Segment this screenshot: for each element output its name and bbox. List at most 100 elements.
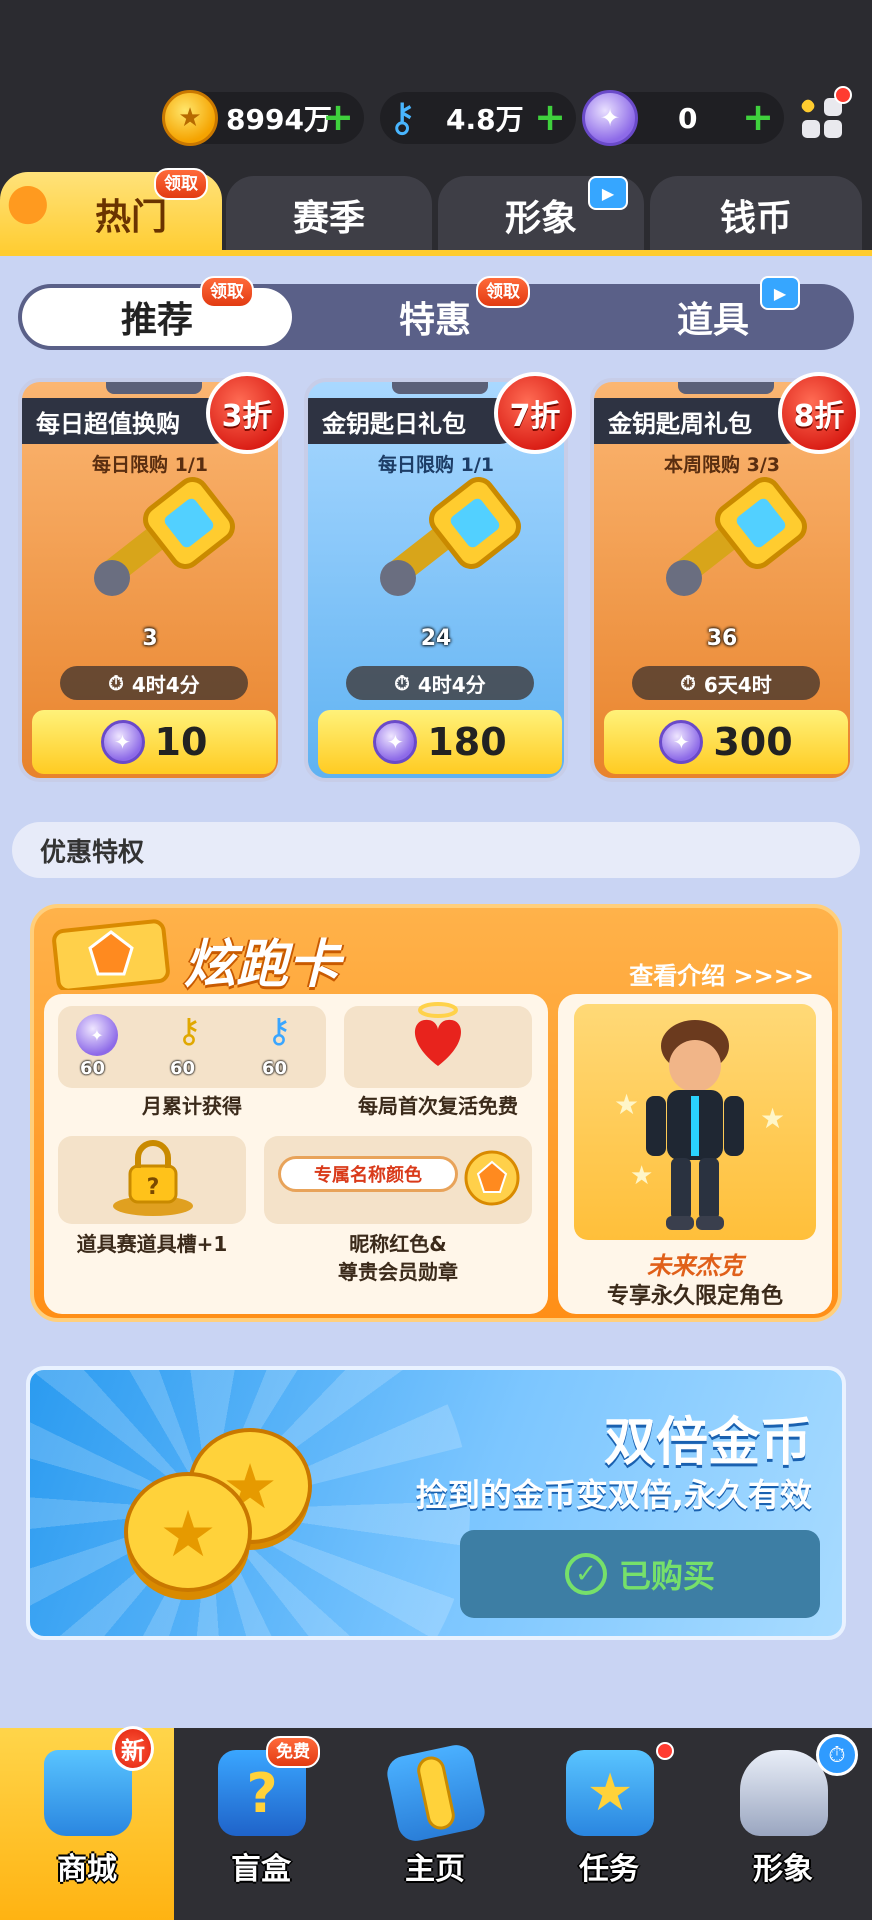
- add-keys-button[interactable]: +: [534, 98, 566, 136]
- subtab-deals[interactable]: 特惠 领取: [300, 276, 570, 346]
- nav-tasks[interactable]: ★ 任务: [522, 1728, 696, 1920]
- nav-outfit[interactable]: ⏱ 形象: [696, 1728, 870, 1920]
- gem-icon: ✦: [582, 90, 638, 146]
- offer-limit: 本周限购 3/3: [664, 454, 780, 476]
- perk-name-color: 专属名称颜色: [264, 1136, 532, 1224]
- gold-key-icon: [380, 477, 521, 596]
- skateboard-map-icon: [384, 1741, 488, 1845]
- offer-title: 金钥匙周礼包: [594, 398, 804, 444]
- coin-value: 8994万: [226, 103, 332, 136]
- perk-label: 道具赛道具槽+1: [76, 1232, 228, 1256]
- double-coins-card[interactable]: ★ ★ 双倍金币 捡到的金币变双倍,永久有效 ✓ 已购买: [26, 1366, 846, 1640]
- view-details-link[interactable]: 查看介绍 >>>>: [629, 956, 814, 991]
- gold-key-icon: [94, 477, 235, 596]
- offer-timer: ⏱ 4时4分: [60, 666, 248, 700]
- coin-counter[interactable]: ★ 8994万 +: [162, 90, 364, 146]
- tab-hot[interactable]: ● 热门 领取: [0, 168, 222, 256]
- winged-heart-icon: [414, 1002, 462, 1066]
- pass-title: 炫跑卡: [184, 935, 341, 995]
- hoverboard-icon: [740, 1750, 828, 1836]
- perk-label: 月累计获得: [142, 1094, 242, 1118]
- discount-badge: 3折: [206, 372, 288, 454]
- notification-dot: [834, 86, 852, 104]
- free-badge: 免费: [266, 1736, 320, 1768]
- gem-counter[interactable]: ✦ 0 +: [582, 90, 784, 146]
- check-icon: ✓: [564, 1553, 607, 1595]
- gem-icon: ✦: [373, 720, 418, 764]
- tab-outfit[interactable]: 形象 ▶: [438, 176, 644, 254]
- offer-limit: 每日限购 1/1: [378, 454, 494, 476]
- flame-icon: ●: [6, 172, 50, 230]
- stopwatch-icon: ⏱: [108, 671, 124, 695]
- key-icon: ⚷: [266, 1011, 292, 1051]
- gem-icon: ✦: [76, 1014, 118, 1056]
- lock-icon: ?: [113, 1140, 193, 1216]
- offer-timer: ⏱ 6天4时: [632, 666, 820, 700]
- offer-qty: 3: [142, 626, 158, 651]
- nav-shop[interactable]: 新 商城: [0, 1726, 174, 1920]
- purchased-button[interactable]: ✓ 已购买: [460, 1530, 820, 1618]
- claim-badge: 领取: [154, 168, 208, 200]
- offer-qty: 36: [706, 626, 738, 651]
- subtab-label: 道具: [676, 300, 749, 341]
- nav-blind-box[interactable]: ? 免费 盲盒: [174, 1728, 348, 1920]
- purchased-label: 已购买: [618, 1557, 715, 1595]
- character-name: 未来杰克: [647, 1252, 743, 1280]
- tab-label: 钱币: [719, 198, 792, 239]
- price-value: 10: [154, 720, 208, 764]
- perk-monthly-rewards: ✦ 60 ⚷ 60 ⚷ 60: [58, 1006, 326, 1088]
- double-coins-title: 双倍金币: [603, 1413, 812, 1473]
- perk-extra-slot: ?: [58, 1136, 246, 1224]
- more-menu-button[interactable]: [798, 86, 852, 144]
- price-value: 300: [713, 720, 793, 764]
- new-badge: 新: [112, 1726, 154, 1771]
- top-tabs: ● 热门 领取 赛季 形象 ▶ 钱币: [0, 168, 872, 256]
- tab-season[interactable]: 赛季: [226, 176, 432, 254]
- key-icon: ⚷: [387, 95, 417, 141]
- stopwatch-icon: ⏱: [680, 671, 696, 695]
- add-coins-button[interactable]: +: [322, 98, 354, 136]
- perk-label: 每局首次复活免费: [358, 1094, 518, 1118]
- nav-label: 形象: [753, 1852, 813, 1887]
- buy-button[interactable]: ✦ 300: [604, 710, 848, 774]
- coin-icon: ★: [162, 90, 218, 146]
- subtab-items[interactable]: 道具 ▶: [578, 276, 848, 346]
- tab-label: 形象: [504, 198, 577, 239]
- double-coins-desc: 捡到的金币变双倍,永久有效: [415, 1476, 812, 1514]
- notification-dot: [656, 1742, 674, 1760]
- gold-coins-icon: ★ ★: [124, 1428, 312, 1600]
- tab-coins[interactable]: 钱币: [650, 176, 862, 254]
- gem-icon: ✦: [100, 720, 145, 764]
- run-pass-card[interactable]: 炫跑卡 查看介绍 >>>> ✦ 60 ⚷ 60 ⚷ 60 月累计获得 每局首次复…: [30, 904, 842, 1322]
- subtab-recommended[interactable]: 推荐 领取: [22, 276, 292, 346]
- buy-button[interactable]: ✦ 180: [318, 710, 562, 774]
- stopwatch-icon: ⏱: [394, 671, 410, 695]
- svg-text:★: ★: [614, 1088, 639, 1121]
- tab-underline: [0, 250, 872, 256]
- svg-text:★: ★: [630, 1161, 653, 1191]
- nav-label: 商城: [57, 1852, 117, 1887]
- exclusive-character: ★ ★ ★ 未来杰克 专享永久限定角色: [558, 994, 832, 1314]
- bottom-nav: 新 商城 ? 免费 盲盒 主页 ★ 任务 ⏱ 形象: [0, 1726, 872, 1920]
- tab-label: 赛季: [292, 198, 365, 239]
- claim-badge: 领取: [476, 276, 530, 308]
- tab-label: 热门: [94, 197, 167, 238]
- video-icon: ▶: [588, 176, 628, 210]
- perk-free-revive: [344, 1002, 532, 1088]
- discount-badge: 8折: [778, 372, 860, 454]
- discount-badge: 7折: [494, 372, 576, 454]
- character-desc: 专享永久限定角色: [606, 1284, 783, 1309]
- badge-icon: [464, 1150, 520, 1206]
- offer-limit: 每日限购 1/1: [92, 454, 208, 476]
- nav-label: 盲盒: [231, 1852, 291, 1887]
- offer-title: 每日超值换购: [22, 398, 232, 444]
- key-counter[interactable]: ⚷ 4.8万 +: [380, 92, 576, 144]
- star-icon: [799, 97, 817, 115]
- buy-button[interactable]: ✦ 10: [32, 710, 276, 774]
- timer-icon: ⏱: [816, 1734, 858, 1776]
- claim-badge: 领取: [200, 276, 254, 308]
- nav-home[interactable]: 主页: [348, 1728, 522, 1920]
- medal-icon: [52, 919, 170, 990]
- offer-title: 金钥匙日礼包: [308, 398, 518, 444]
- add-gems-button[interactable]: +: [742, 98, 774, 136]
